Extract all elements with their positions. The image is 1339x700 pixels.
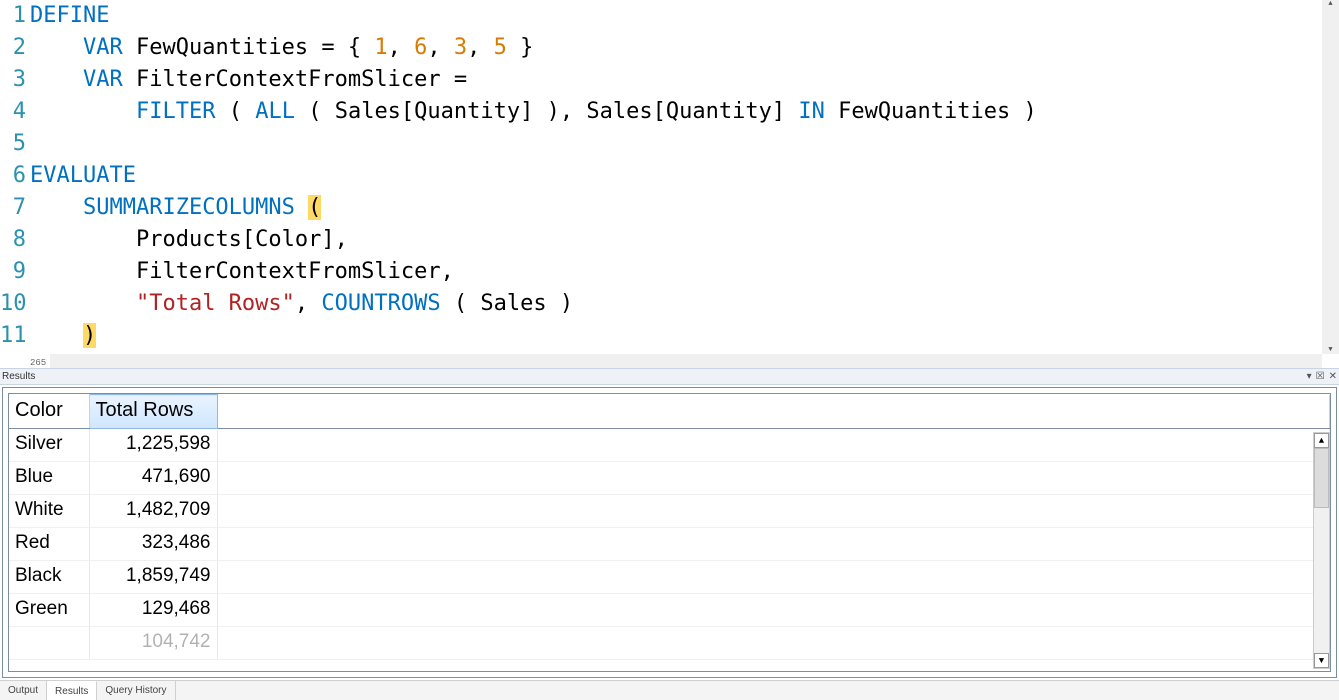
line-number: 10 [0,288,26,320]
table-row[interactable]: 104,742 [9,627,1330,660]
string-literal: "Total Rows" [136,291,295,316]
column-ref: Products[Color] [136,227,335,252]
scroll-up-button[interactable]: ▲ [1314,433,1329,448]
cell-color: Red [9,528,89,561]
keyword-summarizecolumns: SUMMARIZECOLUMNS [83,195,295,220]
scroll-down-icon[interactable]: ▼ [1328,346,1332,354]
cell-color: Blue [9,462,89,495]
scroll-thumb[interactable] [1314,448,1329,508]
number: 5 [494,35,507,60]
scroll-up-icon[interactable]: ▲ [1328,0,1332,8]
code-content[interactable]: DEFINE VAR FewQuantities = { 1, 6, 3, 5 … [30,0,1339,368]
bottom-tab-bar: Output Results Query History [0,680,1339,700]
line-number: 7 [0,192,26,224]
cell-color: Silver [9,429,89,462]
table-row[interactable]: Silver1,225,598 [9,429,1330,462]
line-number: 2 [0,32,26,64]
results-vertical-scrollbar[interactable]: ▲ ▼ [1313,432,1330,669]
results-grid-container: Color Total Rows Silver1,225,598 Blue471… [8,393,1331,672]
comma: , [467,35,480,60]
identifier: FewQuantities [838,99,1010,124]
paren-open: ( [454,291,467,316]
line-number: 3 [0,64,26,96]
cell-color [9,627,89,660]
cell-color: White [9,495,89,528]
line-number: 6 [0,160,26,192]
panel-dropdown-icon[interactable]: ▾ [1307,371,1312,382]
column-header-color[interactable]: Color [9,395,89,429]
paren-close: ) [560,291,573,316]
matched-paren-close: ) [83,323,96,348]
keyword-var: VAR [83,67,123,92]
op-equals: = [321,35,334,60]
cell-total: 471,690 [89,462,217,495]
keyword-in: IN [798,99,825,124]
column-header-total-rows[interactable]: Total Rows [89,395,217,429]
editor-horizontal-scrollbar[interactable] [50,354,1322,368]
brace-close: } [520,35,533,60]
table-row[interactable]: White1,482,709 [9,495,1330,528]
results-panel-header: Results ▾ ☒ ✕ [0,368,1339,385]
results-panel-title: Results [2,371,35,382]
identifier: FilterContextFromSlicer [136,67,441,92]
comma: , [295,291,308,316]
results-grid[interactable]: Color Total Rows Silver1,225,598 Blue471… [9,394,1330,660]
keyword-var: VAR [83,35,123,60]
identifier: FilterContextFromSlicer [136,259,441,284]
code-editor[interactable]: 1 2 3 4 5 6 7 8 9 10 11 DEFINE VAR FewQu… [0,0,1339,368]
results-panel: Color Total Rows Silver1,225,598 Blue471… [2,387,1337,678]
cell-total: 323,486 [89,528,217,561]
column-ref: Sales[Quantity] [335,99,534,124]
editor-vertical-scrollbar[interactable]: ▲ ▼ [1322,0,1339,354]
number: 6 [414,35,427,60]
keyword-all: ALL [255,99,295,124]
cell-color: Green [9,594,89,627]
comma: , [441,259,454,284]
panel-pin-icon[interactable]: ☒ [1316,371,1325,382]
line-number: 5 [0,128,26,160]
paren-open: ( [308,99,321,124]
table-row[interactable]: Red323,486 [9,528,1330,561]
identifier: FewQuantities [136,35,308,60]
paren-close: ) [547,99,560,124]
line-number: 8 [0,224,26,256]
keyword-evaluate: EVALUATE [30,163,136,188]
cell-total: 129,468 [89,594,217,627]
table-row[interactable]: Blue471,690 [9,462,1330,495]
line-number: 1 [0,0,26,32]
number: 1 [374,35,387,60]
op-equals: = [454,67,467,92]
brace-open: { [348,35,361,60]
comma: , [427,35,440,60]
cell-total: 1,859,749 [89,561,217,594]
tab-results[interactable]: Results [47,681,97,700]
line-number: 4 [0,96,26,128]
keyword-filter: FILTER [136,99,215,124]
keyword-countrows: COUNTROWS [321,291,440,316]
scroll-down-button[interactable]: ▼ [1314,653,1329,668]
tab-query-history[interactable]: Query History [97,681,175,700]
number: 3 [454,35,467,60]
tab-output[interactable]: Output [0,681,47,700]
line-number-gutter: 1 2 3 4 5 6 7 8 9 10 11 [0,0,30,368]
line-number: 11 [0,320,26,352]
identifier: Sales [480,291,546,316]
line-number: 9 [0,256,26,288]
paren-close: ) [1024,99,1037,124]
paren-open: ( [229,99,242,124]
cell-total: 1,225,598 [89,429,217,462]
table-row[interactable]: Black1,859,749 [9,561,1330,594]
comma: , [388,35,401,60]
table-row[interactable]: Green129,468 [9,594,1330,627]
column-header-empty [217,395,1330,429]
keyword-define: DEFINE [30,3,109,28]
column-ref: Sales[Quantity] [586,99,785,124]
cell-total: 1,482,709 [89,495,217,528]
comma: , [335,227,348,252]
panel-close-icon[interactable]: ✕ [1329,371,1337,382]
cell-color: Black [9,561,89,594]
cell-total: 104,742 [89,627,217,660]
comma: , [560,99,573,124]
matched-paren-open: ( [308,195,321,220]
